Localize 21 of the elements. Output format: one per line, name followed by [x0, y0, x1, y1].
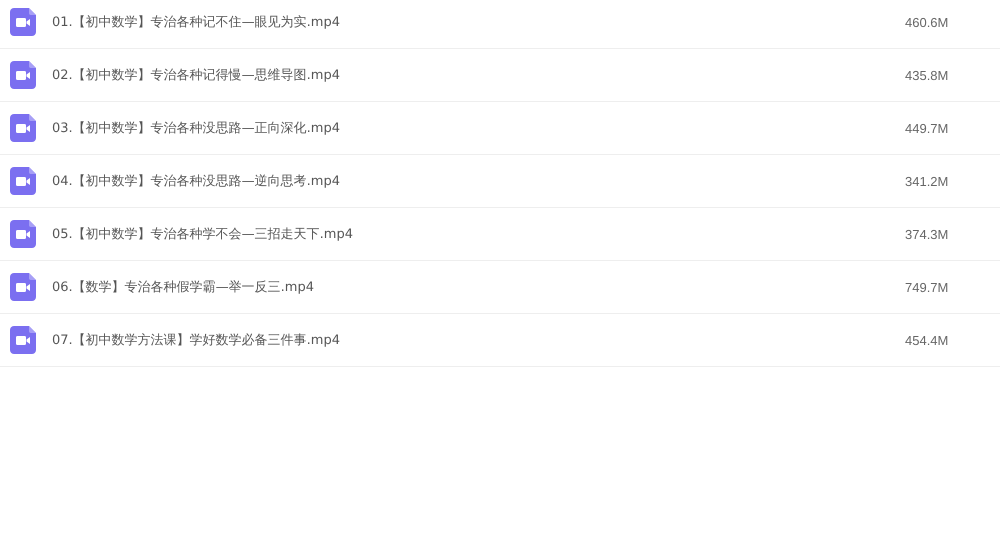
video-file-icon: [10, 8, 36, 36]
file-size: 460.6M: [905, 14, 950, 30]
file-size: 374.3M: [905, 226, 950, 242]
file-size: 341.2M: [905, 174, 950, 188]
file-name[interactable]: 06.【数学】专治各种假学霸—举一反三.mp4: [52, 278, 905, 296]
video-file-icon: [10, 220, 36, 248]
file-name[interactable]: 01.【初中数学】专治各种记不住—眼见为实.mp4: [52, 13, 905, 31]
file-size: 449.7M: [905, 120, 950, 136]
video-file-icon: [10, 114, 36, 142]
file-size: 749.7M: [905, 280, 950, 294]
file-name[interactable]: 03.【初中数学】专治各种没思路—正向深化.mp4: [52, 119, 905, 137]
file-name[interactable]: 02.【初中数学】专治各种记得慢—思维导图.mp4: [52, 66, 905, 84]
video-file-icon: [10, 326, 36, 354]
video-file-icon: [10, 61, 36, 89]
video-file-icon: [10, 167, 36, 195]
file-name[interactable]: 04.【初中数学】专治各种没思路—逆向思考.mp4: [52, 172, 905, 190]
file-name[interactable]: 07.【初中数学方法课】学好数学必备三件事.mp4: [52, 331, 905, 349]
video-file-icon: [10, 273, 36, 301]
file-size: 435.8M: [905, 68, 950, 82]
file-size: 454.4M: [905, 332, 950, 348]
file-name[interactable]: 05.【初中数学】专治各种学不会—三招走天下.mp4: [52, 225, 905, 243]
